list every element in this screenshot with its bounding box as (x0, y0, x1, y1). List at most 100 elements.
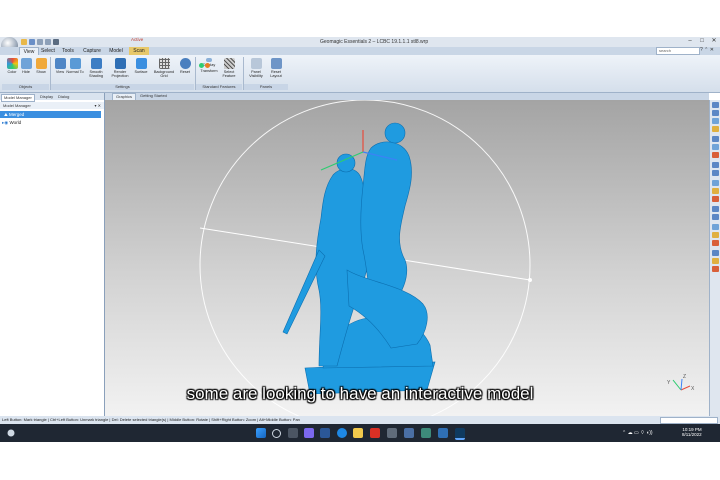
surface-button[interactable]: Surface (132, 58, 150, 74)
show-button[interactable]: Show (32, 58, 50, 74)
panel-visibility-button[interactable]: Panel Visibility (245, 58, 267, 78)
app-icon-blue[interactable] (404, 428, 414, 438)
grid-icon (158, 58, 170, 69)
app-icon-dark-blue[interactable] (438, 428, 448, 438)
panel-header: Model Manager ▾ ✕ (0, 102, 104, 109)
view-icon (54, 58, 66, 69)
zoom-icon[interactable] (712, 144, 719, 150)
group-label-objects: Objects (2, 84, 49, 90)
tab-display[interactable]: Display (38, 94, 55, 100)
tab-scan[interactable]: Scan (129, 47, 149, 55)
tab-model-manager[interactable]: Model Manager (1, 94, 35, 102)
tab-getting-started[interactable]: Getting Started (137, 93, 170, 99)
smooth-shading-icon (90, 58, 102, 69)
weather-glyph (7, 429, 15, 437)
delete-icon[interactable] (712, 266, 719, 272)
clear-selection-icon[interactable] (712, 232, 719, 238)
clock[interactable]: 10:19 PM 8/11/2022 (682, 427, 702, 437)
select-visible-icon[interactable] (712, 224, 719, 230)
video-subtitle: some are looking to have an interactive … (186, 384, 534, 403)
settings-icon[interactable] (320, 428, 330, 438)
tree-item-label: World (9, 120, 22, 125)
rectangle-select-icon[interactable] (712, 170, 719, 176)
transform-button[interactable]: Transform (198, 69, 220, 73)
app-icon-gray[interactable] (387, 428, 397, 438)
minimize-button[interactable]: – (684, 37, 696, 45)
normal-to-icon (69, 58, 81, 69)
graphics-viewport[interactable]: Y X Z (105, 100, 709, 416)
select-through-icon[interactable] (712, 214, 719, 220)
chat-icon[interactable] (304, 428, 314, 438)
show-icon (35, 58, 47, 69)
polyline-select-icon[interactable] (712, 206, 719, 212)
window-title: Geomagic Essentials 2 – LCBC 19.1.1.1 st… (320, 39, 429, 45)
tab-select[interactable]: Select (39, 47, 57, 55)
display-icon (206, 58, 212, 62)
help-icon[interactable]: ? ⌃ ✕ (700, 47, 714, 53)
right-toolbar (709, 100, 720, 416)
tab-tools[interactable]: Tools (59, 47, 77, 55)
group-label-settings: Settings (51, 84, 194, 90)
weather-icon[interactable] (6, 428, 16, 438)
status-text: Left Button: Mark triangle | Ctrl+Left B… (2, 417, 300, 422)
maximize-button[interactable]: □ (696, 37, 708, 45)
tab-view[interactable]: View (19, 47, 39, 55)
app-icon-teal[interactable] (421, 428, 431, 438)
tree-item-merged[interactable]: ⛰ Merged (0, 111, 101, 118)
reset-button[interactable]: Reset (176, 58, 194, 74)
geomagic-taskbar-icon[interactable] (455, 428, 465, 440)
redo-icon[interactable] (45, 39, 51, 45)
save-icon[interactable] (29, 39, 35, 45)
reset-icon (179, 58, 191, 69)
view-iso-icon[interactable] (712, 126, 719, 132)
undo-icon[interactable] (37, 39, 43, 45)
start-button[interactable] (256, 428, 266, 438)
reset-layout-button[interactable]: Reset Layout (266, 58, 286, 78)
search-icon[interactable] (272, 429, 281, 438)
transform-icon (199, 63, 204, 68)
close-button[interactable]: ✕ (708, 37, 720, 45)
world-icon: ▸◉ (2, 120, 9, 125)
tab-capture[interactable]: Capture (81, 47, 103, 55)
lasso-icon[interactable] (712, 162, 719, 168)
view-back-icon[interactable] (712, 110, 719, 116)
tab-dialog[interactable]: Dialog (56, 94, 71, 100)
open-icon[interactable] (53, 39, 59, 45)
cut-line-handle[interactable] (528, 278, 532, 282)
background-grid-button[interactable]: Background Grid (151, 58, 177, 78)
transform-icon-2 (205, 63, 210, 68)
file-explorer-icon[interactable] (353, 428, 363, 438)
view-top-icon[interactable] (712, 118, 719, 124)
edge-icon[interactable] (337, 428, 347, 438)
new-file-icon[interactable] (21, 39, 27, 45)
tree-item-world[interactable]: ▸◉ World (0, 119, 101, 126)
task-view-icon[interactable] (288, 428, 298, 438)
surface-icon (135, 58, 147, 69)
line-select-icon[interactable] (712, 196, 719, 202)
invert-selection-icon[interactable] (712, 240, 719, 246)
panel-close-icon[interactable]: ▾ ✕ (95, 102, 101, 109)
ellipse-select-icon[interactable] (712, 188, 719, 194)
zoom-fit-icon[interactable] (712, 136, 719, 142)
expand-selection-icon[interactable] (712, 250, 719, 256)
statue-rifle (282, 249, 326, 335)
shrink-selection-icon[interactable] (712, 258, 719, 264)
model-icon: ⛰ (4, 112, 8, 117)
panel-header-title: Model Manager (3, 103, 31, 108)
group-label-standard-features: Standard Features (196, 84, 242, 90)
status-progress-box (660, 417, 718, 424)
triad-label-z: Z (683, 374, 686, 380)
context-tab-label: Active (131, 37, 144, 42)
render-projection-button[interactable]: Render Projection (109, 58, 131, 78)
tab-model[interactable]: Model (106, 47, 126, 55)
smooth-shading-button[interactable]: Smooth Shading (86, 58, 106, 78)
normal-to-button[interactable]: Normal To (66, 58, 84, 74)
select-mode-icon[interactable] (712, 152, 719, 158)
app-icon-red[interactable] (370, 428, 380, 438)
brush-select-icon[interactable] (712, 180, 719, 186)
render-projection-icon (114, 58, 126, 69)
view-front-icon[interactable] (712, 102, 719, 108)
select-feature-button[interactable]: Select Feature (219, 58, 239, 78)
search-input[interactable]: search (656, 47, 700, 55)
system-tray[interactable]: ⌃ ☁ ▭ ⌔ ◖)) (622, 430, 653, 436)
